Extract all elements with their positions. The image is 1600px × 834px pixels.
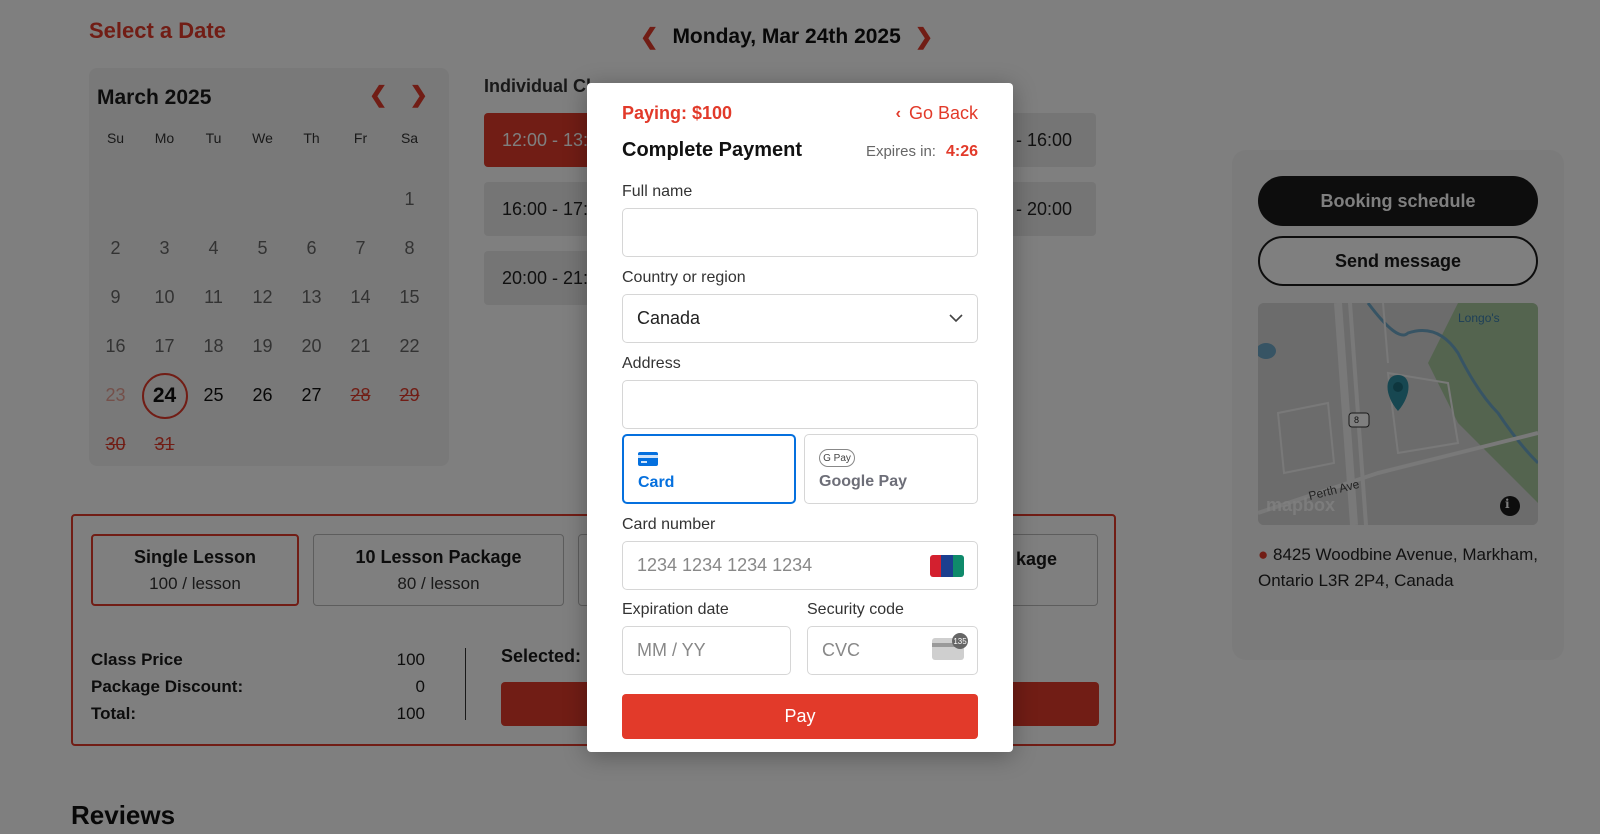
cvc-badge: 135 — [952, 633, 968, 649]
expiry-input[interactable] — [622, 626, 791, 675]
google-pay-tab-label: Google Pay — [819, 473, 908, 490]
country-value: Canada — [637, 308, 701, 328]
expires-timer: Expires in: 4:26 — [866, 143, 978, 161]
credit-card-icon — [638, 452, 658, 466]
payment-method-google-pay[interactable]: G Pay Google Pay — [804, 434, 978, 504]
pay-button[interactable]: Pay — [622, 694, 978, 739]
expires-time: 4:26 — [945, 143, 978, 160]
payment-method-card[interactable]: Card — [622, 434, 796, 504]
full-name-label: Full name — [622, 183, 693, 200]
chevron-left-icon: ‹ — [895, 104, 901, 122]
card-number-label: Card number — [622, 516, 716, 533]
expiry-label: Expiration date — [622, 601, 729, 618]
expires-label: Expires in: — [865, 143, 936, 160]
go-back-label: Go Back — [908, 103, 978, 123]
unionpay-icon — [930, 555, 964, 577]
card-tab-label: Card — [638, 474, 675, 491]
card-number-input[interactable] — [622, 541, 978, 590]
address-input[interactable] — [622, 380, 978, 429]
payment-modal: Paying: $100 ‹ Go Back Complete Payment … — [587, 83, 1013, 752]
paying-amount: Paying: $100 — [622, 103, 733, 123]
country-label: Country or region — [622, 269, 746, 286]
country-select[interactable]: Canada — [622, 294, 978, 343]
address-label: Address — [622, 355, 681, 372]
go-back-link[interactable]: ‹ Go Back — [896, 103, 978, 124]
chevron-down-icon — [949, 314, 963, 323]
security-code-wrapper: 135 — [807, 626, 978, 675]
card-number-wrapper — [622, 541, 978, 590]
payment-title: Complete Payment — [622, 139, 803, 161]
security-code-label: Security code — [807, 601, 904, 618]
google-pay-icon: G Pay — [819, 449, 855, 467]
cvc-card-icon: 135 — [932, 633, 968, 660]
full-name-input[interactable] — [622, 208, 978, 257]
